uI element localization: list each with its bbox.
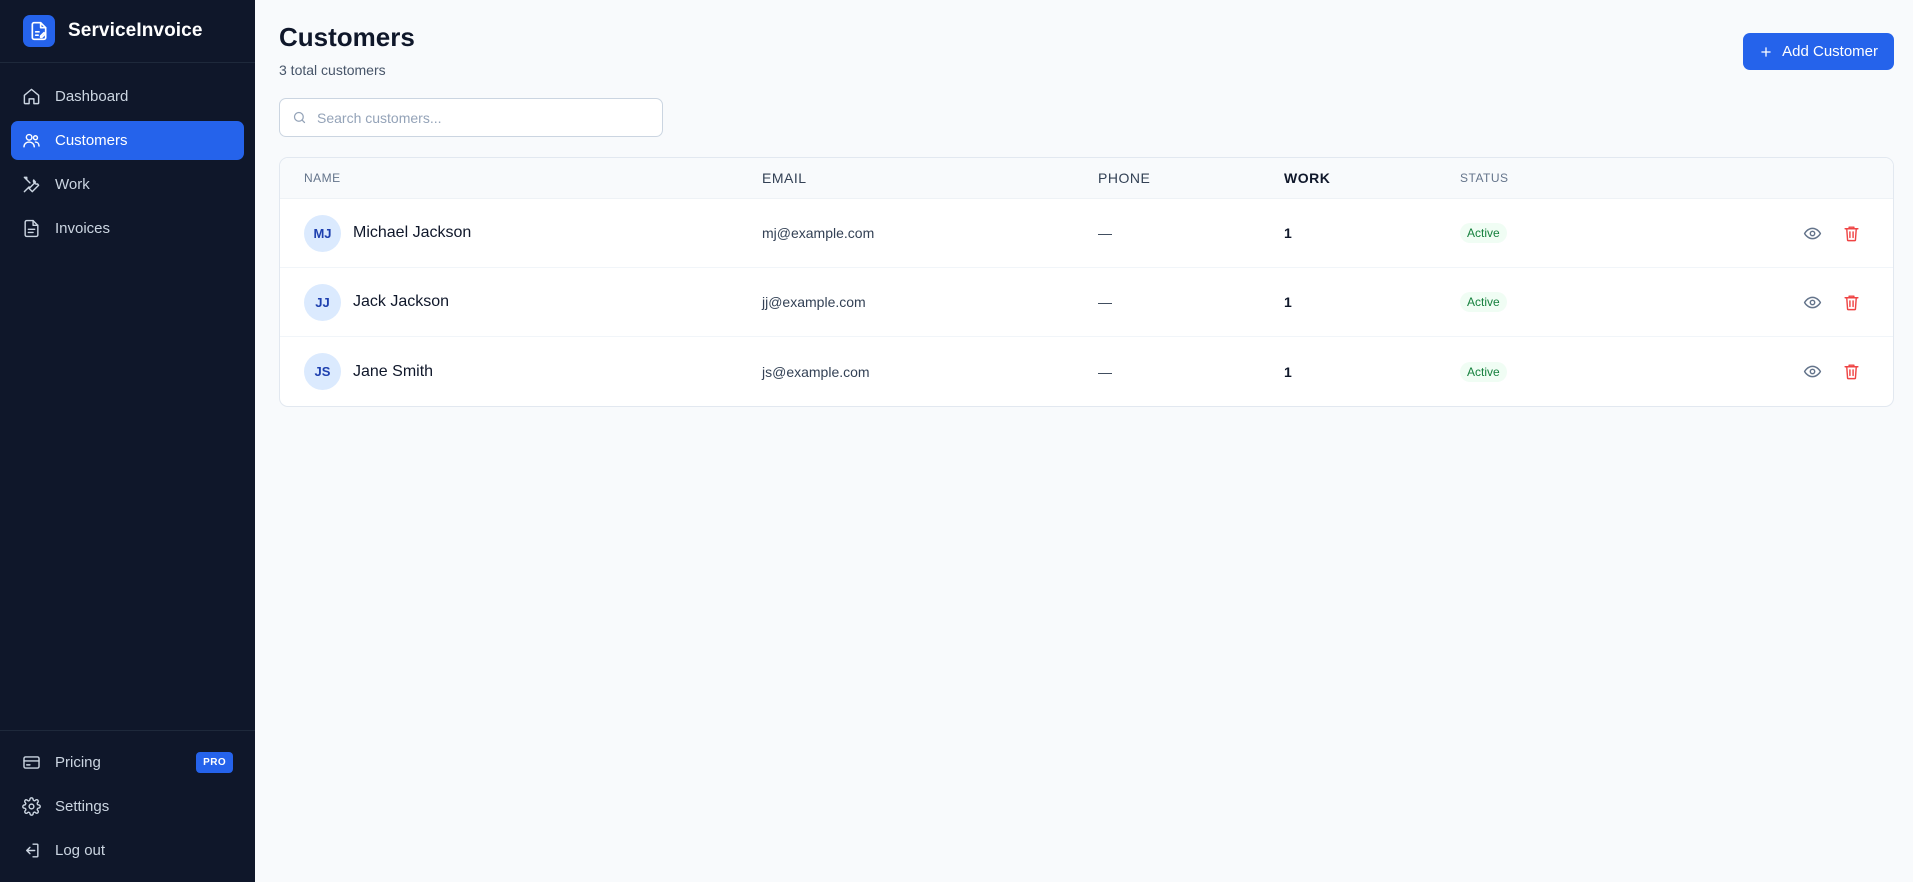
status-badge: Active: [1460, 361, 1507, 382]
customer-name[interactable]: Michael Jackson: [353, 224, 471, 242]
row-actions: [1803, 362, 1869, 381]
add-customer-button[interactable]: Add Customer: [1743, 33, 1894, 70]
brand[interactable]: ServiceInvoice: [0, 0, 255, 63]
main-content: Customers 3 total customers Add Customer…: [255, 0, 1913, 882]
column-header-phone[interactable]: PHONE: [1098, 170, 1284, 186]
column-header-name[interactable]: NAME: [304, 171, 762, 185]
sidebar-item-dashboard[interactable]: Dashboard: [11, 77, 244, 116]
home-icon: [23, 88, 40, 105]
sidebar-item-invoices[interactable]: Invoices: [11, 209, 244, 248]
sidebar-item-label: Customers: [55, 132, 128, 149]
credit-card-icon: [23, 756, 40, 769]
sidebar-item-customers[interactable]: Customers: [11, 121, 244, 160]
avatar: JJ: [304, 283, 341, 321]
sidebar-item-label: Log out: [55, 842, 106, 859]
logout-icon: [26, 843, 39, 858]
invoice-logo-icon: [23, 15, 55, 47]
customer-name[interactable]: Jack Jackson: [353, 293, 449, 311]
customer-work-count: 1: [1284, 225, 1292, 241]
customer-name[interactable]: Jane Smith: [353, 363, 433, 381]
gear-icon: [22, 797, 41, 816]
status-cell: Active: [1460, 361, 1803, 382]
column-header-status[interactable]: STATUS: [1460, 171, 1869, 185]
customer-email: mj@example.com: [762, 225, 875, 241]
status-badge: Active: [1460, 292, 1507, 312]
sidebar-item-label: Invoices: [55, 220, 111, 237]
customer-work-count: 1: [1284, 363, 1292, 380]
sidebar-item-label: Dashboard: [55, 88, 129, 105]
delete-trash-icon[interactable]: [1842, 224, 1861, 243]
bottom-nav: Pricing PRO Settings Log out: [0, 730, 255, 882]
status-cell: Active: [1460, 223, 1803, 243]
row-actions: [1803, 293, 1869, 312]
search-input[interactable]: [317, 109, 650, 126]
delete-trash-icon[interactable]: [1842, 362, 1861, 381]
users-icon: [23, 133, 40, 148]
plus-icon: [1761, 46, 1771, 57]
add-customer-label: Add Customer: [1782, 43, 1878, 60]
customer-phone: —: [1098, 363, 1112, 380]
sidebar-item-logout[interactable]: Log out: [11, 831, 244, 870]
pro-badge: PRO: [196, 752, 233, 773]
sidebar-item-settings[interactable]: Settings: [11, 787, 244, 826]
status-badge: Active: [1460, 223, 1507, 243]
table-row[interactable]: JJ Jack Jackson jj@example.com — 1 Activ…: [280, 268, 1893, 337]
view-eye-icon[interactable]: [1803, 293, 1822, 312]
customer-count: 3 total customers: [279, 62, 386, 78]
customer-phone: —: [1098, 225, 1112, 241]
sidebar-item-work[interactable]: Work: [11, 165, 244, 204]
name-cell: MJ Michael Jackson: [304, 214, 762, 252]
search-box[interactable]: [279, 98, 663, 137]
document-icon: [24, 219, 39, 238]
sidebar-item-label: Pricing: [55, 754, 101, 771]
delete-trash-icon[interactable]: [1842, 293, 1861, 312]
customers-table: NAME EMAIL PHONE WORK STATUS MJ Michael …: [279, 157, 1894, 407]
customer-email: jj@example.com: [762, 294, 866, 310]
search-icon: [293, 111, 306, 124]
main-nav: Dashboard Customers Work Invoices: [0, 63, 255, 262]
customer-phone: —: [1098, 294, 1112, 310]
sidebar-item-label: Work: [55, 176, 90, 193]
table-row[interactable]: MJ Michael Jackson mj@example.com — 1 Ac…: [280, 199, 1893, 268]
avatar: MJ: [304, 214, 341, 252]
table-header: NAME EMAIL PHONE WORK STATUS: [280, 158, 1893, 199]
view-eye-icon[interactable]: [1803, 362, 1822, 381]
column-header-work[interactable]: WORK: [1284, 170, 1460, 186]
view-eye-icon[interactable]: [1803, 224, 1822, 243]
page-header: Customers 3 total customers Add Customer: [279, 22, 1894, 78]
sidebar: ServiceInvoice Dashboard Customers Work …: [0, 0, 255, 882]
avatar: JS: [304, 353, 341, 390]
tools-icon: [23, 176, 40, 193]
table-row[interactable]: JS Jane Smith js@example.com — 1 Active: [280, 337, 1893, 406]
status-cell: Active: [1460, 292, 1803, 312]
name-cell: JS Jane Smith: [304, 353, 762, 390]
page-title: Customers: [279, 22, 415, 52]
sidebar-item-label: Settings: [55, 798, 110, 815]
row-actions: [1803, 224, 1869, 243]
customer-email: js@example.com: [762, 363, 870, 380]
name-cell: JJ Jack Jackson: [304, 283, 762, 321]
sidebar-item-pricing[interactable]: Pricing PRO: [11, 743, 244, 782]
column-header-email[interactable]: EMAIL: [762, 170, 1098, 186]
app-name: ServiceInvoice: [68, 20, 203, 41]
customer-work-count: 1: [1284, 294, 1292, 310]
